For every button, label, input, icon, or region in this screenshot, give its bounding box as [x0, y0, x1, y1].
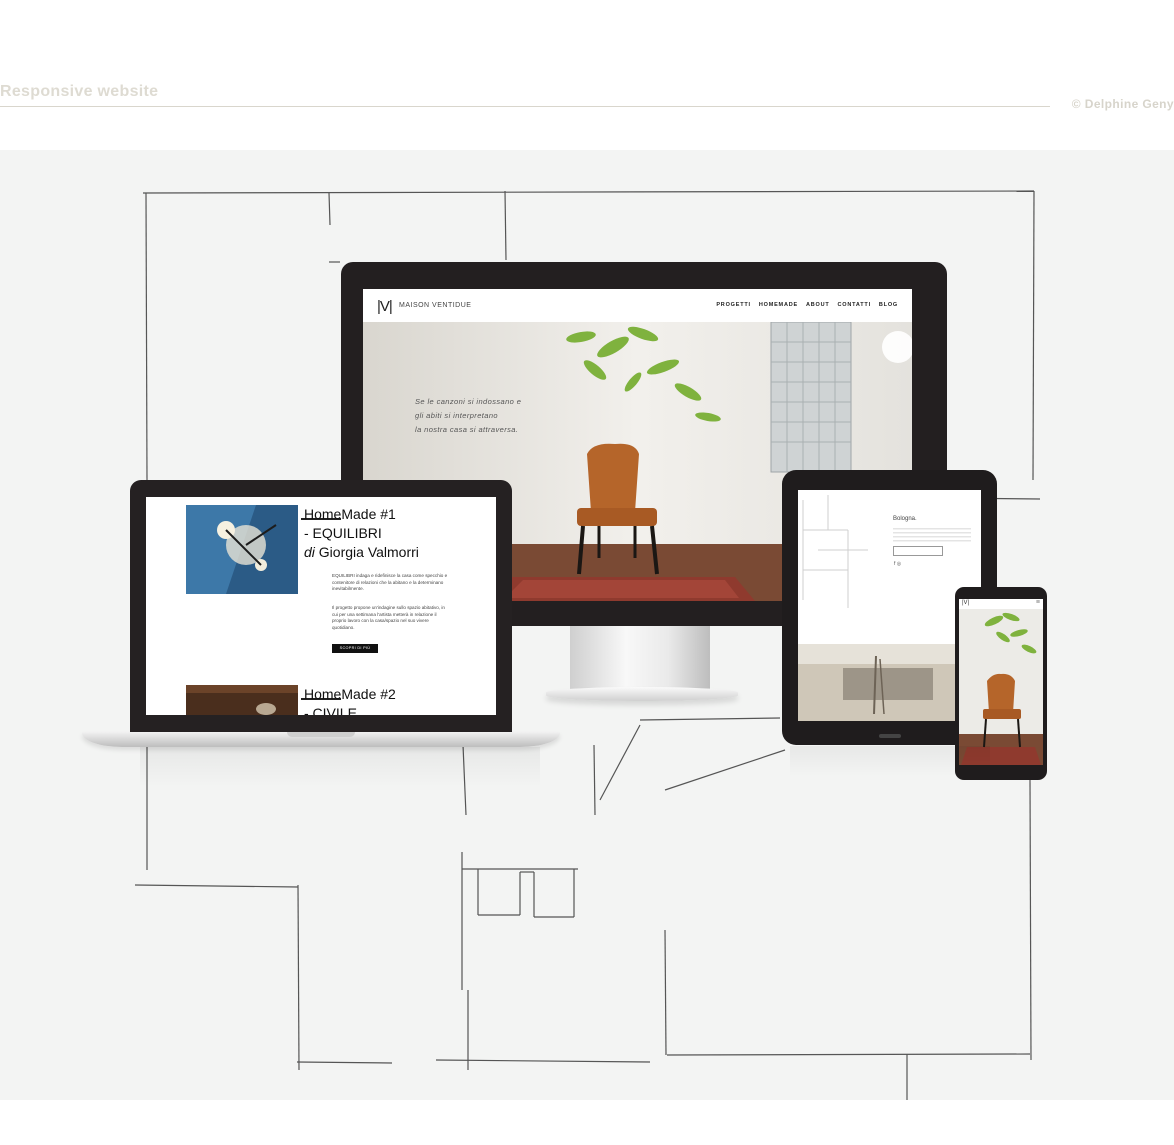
site-brand: MAISON VENTIDUE: [399, 302, 472, 309]
post2-title-line: - CIVILE: [304, 705, 357, 715]
post1-body-line: inevitabilmente.: [332, 586, 364, 591]
post2-image: [186, 685, 298, 715]
laptop: HomeMade #1 - EQUILIBRI di Giorgia Valmo…: [130, 480, 512, 733]
tablet-text: [893, 528, 971, 542]
monitor-stand: [570, 625, 710, 693]
tablet-screen: Bologna. f ◎: [798, 490, 981, 721]
post2-title-line: HomeMade #2: [304, 686, 396, 702]
post1-body-line: quotidiano.: [332, 624, 355, 630]
site-navbar: |V| MAISON VENTIDUE PROGETTI HOMEMADE AB…: [363, 289, 912, 322]
quote-line: Se le canzoni si indossano e: [415, 397, 522, 406]
phone-hero-image: [959, 609, 1043, 765]
header-credit: © Delphine Geny: [1071, 97, 1174, 111]
phone-logo[interactable]: |V|: [962, 600, 969, 606]
header-divider: [0, 106, 1050, 107]
post1-body: EQUILIBRI indaga e ridefinisce la casa c…: [332, 573, 447, 593]
hero-quote: Se le canzoni si indossano e gli abiti s…: [415, 395, 521, 437]
post1-body-line: Il progetto propone un'indagine sullo sp…: [332, 605, 445, 610]
quote-line: la nostra casa si attraversa.: [415, 425, 519, 434]
post1-author: di Giorgia Valmorri: [304, 543, 419, 562]
phone-menu-icon[interactable]: ≡: [1036, 599, 1040, 606]
post1-author-name: Giorgia Valmorri: [318, 544, 419, 560]
tablet-photo: [798, 644, 981, 721]
post1-title-line: HomeMade #1: [304, 506, 396, 522]
phone-screen: |V| ≡: [959, 599, 1043, 765]
post1-body-line: proprio lavoro con la casa/spazio nel su…: [332, 618, 429, 623]
menu-item-about[interactable]: ABOUT: [806, 302, 830, 308]
device-reflection: [790, 746, 990, 776]
tablet-home-button[interactable]: [879, 734, 901, 738]
laptop-notch: [287, 732, 355, 737]
monitor-foot: [546, 687, 738, 701]
quote-line: gli abiti si interpretano: [415, 411, 498, 420]
tablet-plan-image: [802, 495, 868, 608]
tablet-button[interactable]: [893, 546, 943, 556]
tablet-city: Bologna.: [893, 516, 917, 522]
post1-author-prefix: di: [304, 544, 315, 560]
menu-item-contatti[interactable]: CONTATTI: [838, 302, 871, 308]
discover-more-button[interactable]: SCOPRI DI PIÙ: [332, 644, 378, 653]
presentation-stage: Se le canzoni si indossano e gli abiti s…: [0, 150, 1174, 1100]
menu-item-progetti[interactable]: PROGETTI: [716, 302, 751, 308]
menu-item-blog[interactable]: BLOG: [879, 302, 898, 308]
post1-title-line: - EQUILIBRI: [304, 525, 382, 541]
laptop-screen: HomeMade #1 - EQUILIBRI di Giorgia Valmo…: [146, 497, 496, 715]
menu-item-homemade[interactable]: HOMEMADE: [759, 302, 798, 308]
post2-title: HomeMade #2 - CIVILE: [304, 685, 396, 715]
site-logo[interactable]: |V|: [377, 298, 393, 315]
post1-body2: Il progetto propone un'indagine sullo sp…: [332, 605, 445, 631]
device-reflection: [140, 747, 540, 787]
post1-body-line: EQUILIBRI indaga e ridefinisce la casa c…: [332, 573, 448, 578]
site-menu: PROGETTI HOMEMADE ABOUT CONTATTI BLOG: [716, 302, 898, 308]
post1-title: HomeMade #1 - EQUILIBRI di Giorgia Valmo…: [304, 505, 419, 562]
post1-image: [186, 505, 298, 594]
header-title: Responsive website: [0, 83, 159, 100]
tablet-social-icons[interactable]: f ◎: [894, 561, 901, 567]
